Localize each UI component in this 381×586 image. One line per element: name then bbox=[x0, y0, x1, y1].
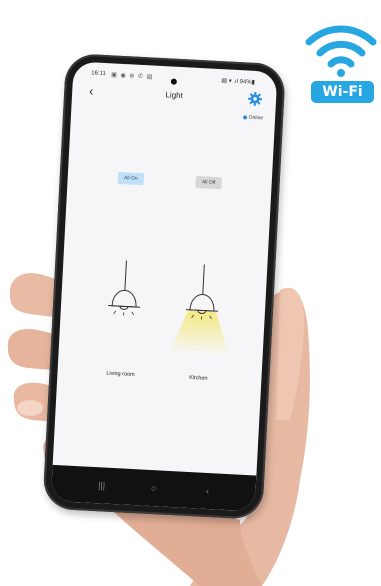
gear-icon bbox=[248, 91, 263, 106]
pendant-lamp-on-icon bbox=[169, 264, 230, 356]
online-label: Online bbox=[248, 114, 264, 122]
phone-screen: 16:11 ▣ ◉ ⊛ ✆ ▤ ▤ ▾ .ıl 94%▮ ‹ Light Onl… bbox=[50, 61, 278, 512]
product-photo: Wi-Fi 16:11 ▣ ◉ ⊛ ✆ ▤ ▤ ▾ .ıl 94%▮ ‹ Lig… bbox=[0, 0, 381, 586]
all-on-button[interactable]: All On bbox=[117, 171, 145, 186]
page-title: Light bbox=[165, 90, 184, 101]
recents-button[interactable]: ||| bbox=[91, 477, 112, 494]
phone: 16:11 ▣ ◉ ⊛ ✆ ▤ ▤ ▾ .ıl 94%▮ ‹ Light Onl… bbox=[42, 52, 286, 520]
pendant-lamp-off-icon bbox=[108, 260, 141, 316]
home-button[interactable]: ○ bbox=[143, 480, 164, 497]
online-status: Online bbox=[242, 114, 263, 121]
settings-button[interactable] bbox=[248, 91, 263, 107]
lamp-kitchen[interactable] bbox=[169, 263, 235, 376]
nav-back-button[interactable]: ‹ bbox=[197, 482, 218, 499]
status-notification-icons: ▣ ◉ ⊛ ✆ ▤ bbox=[110, 72, 154, 81]
android-nav-bar: ||| ○ ‹ bbox=[50, 464, 257, 512]
all-off-button[interactable]: All Off bbox=[195, 175, 222, 190]
status-time: 16:11 bbox=[91, 70, 106, 78]
lamp-living-room[interactable] bbox=[91, 259, 157, 372]
online-dot bbox=[242, 114, 247, 120]
status-signal-battery: ▤ ▾ .ıl 94%▮ bbox=[221, 78, 256, 86]
